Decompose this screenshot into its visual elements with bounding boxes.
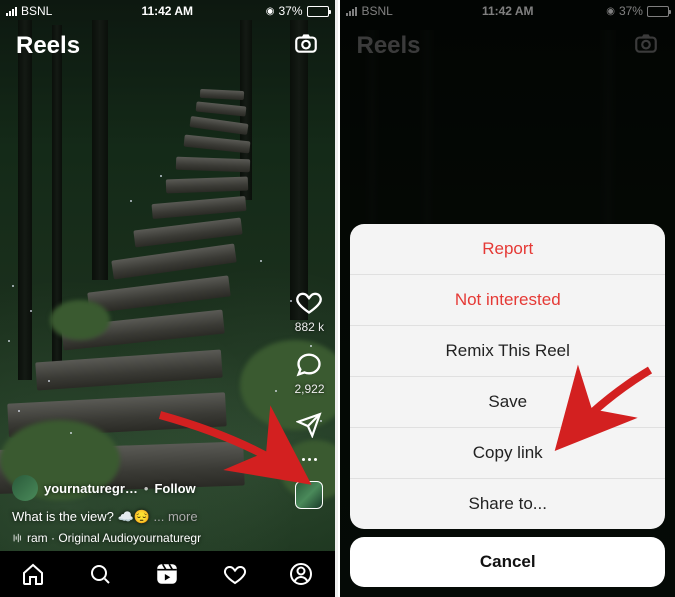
- search-tab[interactable]: [88, 562, 112, 586]
- battery-percent: 37%: [278, 4, 302, 18]
- comment-button[interactable]: 2,922: [294, 350, 324, 396]
- audio-thumbnail[interactable]: [295, 481, 323, 509]
- status-time: 11:42 AM: [141, 4, 193, 18]
- sheet-item-not-interested[interactable]: Not interested: [350, 275, 665, 326]
- phone-screen-right: BSNL 11:42 AM ◉ 37% Reels: [340, 0, 675, 597]
- sheet-item-save[interactable]: Save: [350, 377, 665, 428]
- sheet-item-remix[interactable]: Remix This Reel: [350, 326, 665, 377]
- reels-header: Reels: [16, 30, 319, 61]
- reels-tab[interactable]: [154, 561, 180, 587]
- signal-icon: [6, 7, 17, 16]
- audio-link[interactable]: ram · Original Audioyournaturegr: [12, 531, 265, 545]
- home-tab[interactable]: [21, 562, 45, 586]
- author-username[interactable]: yournaturegr…: [44, 481, 138, 496]
- carrier-label: BSNL: [21, 4, 52, 18]
- sheet-item-share-to[interactable]: Share to...: [350, 479, 665, 529]
- like-button[interactable]: 882 k: [295, 288, 324, 334]
- comment-count: 2,922: [294, 382, 324, 396]
- bottom-tab-bar: [0, 551, 335, 597]
- caption-text[interactable]: What is the view? ☁️😔 ... more: [12, 509, 265, 525]
- reel-caption: yournaturegr… • Follow What is the view?…: [12, 475, 265, 545]
- reel-actions: 882 k 2,922: [294, 288, 324, 509]
- page-title: Reels: [16, 32, 80, 60]
- status-bar: BSNL 11:42 AM ◉ 37%: [0, 0, 335, 22]
- activity-tab[interactable]: [223, 562, 247, 586]
- more-button[interactable]: [298, 454, 321, 465]
- camera-button[interactable]: [293, 30, 319, 61]
- sheet-item-report[interactable]: Report: [350, 224, 665, 275]
- author-avatar[interactable]: [12, 475, 38, 501]
- profile-tab[interactable]: [289, 562, 313, 586]
- battery-icon: [307, 6, 329, 17]
- follow-button[interactable]: Follow: [154, 481, 195, 496]
- phone-screen-left: BSNL 11:42 AM ◉ 37% Reels: [0, 0, 335, 597]
- sheet-cancel-button[interactable]: Cancel: [350, 537, 665, 587]
- like-count: 882 k: [295, 320, 324, 334]
- sheet-item-copy-link[interactable]: Copy link: [350, 428, 665, 479]
- action-sheet: Report Not interested Remix This Reel Sa…: [350, 224, 665, 587]
- share-button[interactable]: [296, 412, 322, 438]
